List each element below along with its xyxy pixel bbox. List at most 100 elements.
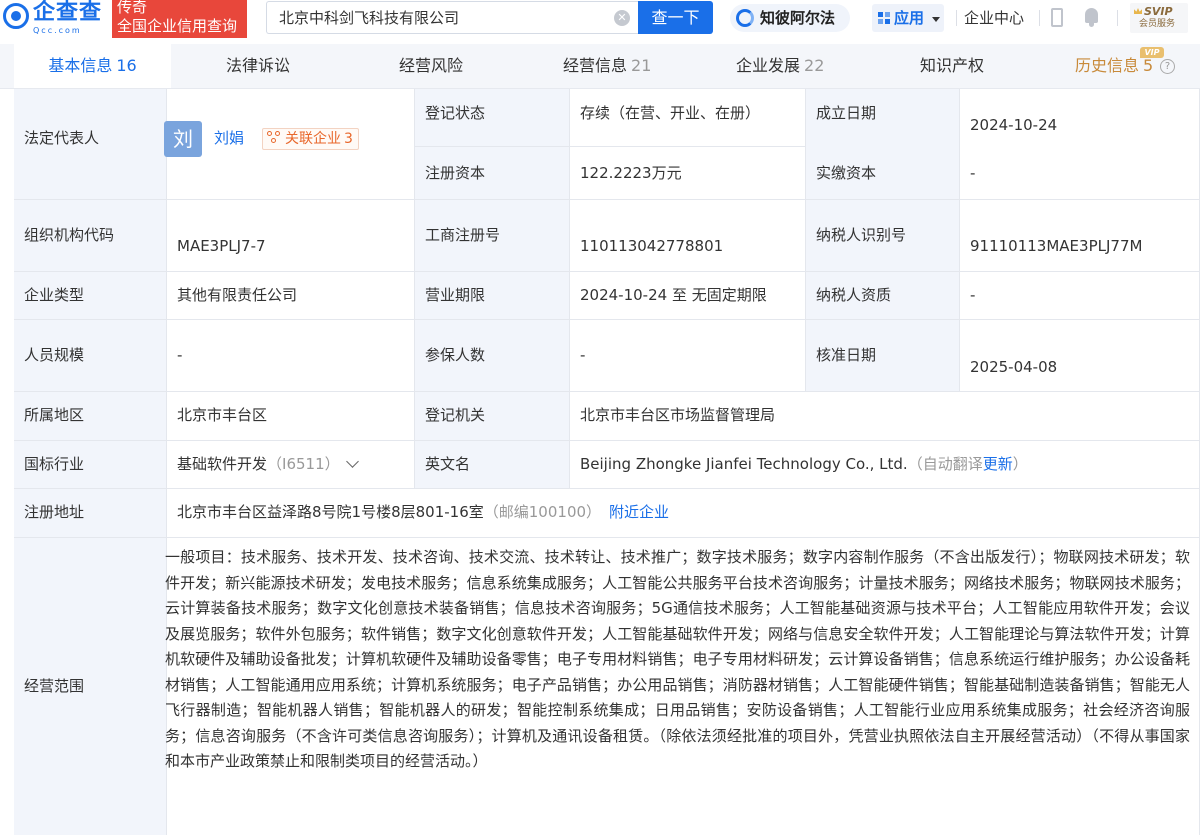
business-scope-text: 一般项目：技术服务、技术开发、技术咨询、技术交流、技术转让、技术推广；数字技术服…	[165, 548, 1190, 770]
address-label-cell: 注册地址	[14, 489, 167, 538]
tab-bar: 基本信息 16 法律诉讼 经营风险 经营信息 21 企业发展 22 知识产权 历史信息…	[0, 44, 1200, 89]
legal-rep-label: 法定代表人	[24, 129, 100, 147]
tab-business-risk[interactable]: 经营风险	[399, 44, 463, 88]
related-companies-button[interactable]: 关联企业 3	[262, 128, 359, 150]
search-button[interactable]: 查一下	[638, 1, 713, 34]
network-icon	[267, 131, 281, 144]
org-code-value: MAE3PLJ7-7	[177, 237, 266, 255]
scope-label: 经营范围	[24, 677, 85, 695]
staff-value: -	[177, 346, 183, 364]
tab-development[interactable]: 企业发展 22	[736, 44, 824, 88]
header-divider	[1039, 10, 1040, 26]
biz-term-value: 2024-10-24 至 无固定期限	[580, 286, 767, 304]
tax-id-label-cell: 纳税人识别号	[806, 200, 960, 272]
company-type-value-cell: 其他有限责任公司	[167, 272, 415, 320]
promo-tag-line2: 全国企业信用查询	[117, 17, 238, 35]
taxpayer-qual-value-cell: -	[960, 272, 1200, 320]
grid-icon	[878, 12, 891, 25]
header-divider	[956, 10, 957, 26]
biz-reg-no-value: 110113042778801	[580, 237, 724, 255]
update-translation-link[interactable]: 更新	[983, 455, 1013, 473]
search-input[interactable]	[279, 2, 609, 33]
svip-button[interactable]: SVIP 会员服务	[1130, 3, 1188, 33]
search-box: ✕	[266, 1, 638, 34]
vip-badge: VIP	[1140, 47, 1164, 58]
apps-menu-button[interactable]: 应用	[872, 4, 944, 32]
related-label: 关联企业	[285, 131, 341, 147]
paid-capital-value-cell: -	[960, 147, 1200, 200]
biz-reg-no-label-cell: 工商注册号	[415, 200, 570, 272]
insured-value: -	[580, 346, 586, 364]
authority-label: 登记机关	[425, 406, 486, 424]
biz-reg-no-value-cell: 110113042778801	[570, 200, 806, 272]
authority-value-cell: 北京市丰台区市场监督管理局	[570, 392, 1200, 441]
tab-basic-info[interactable]: 基本信息 16	[14, 44, 171, 88]
region-value-cell: 北京市丰台区	[167, 392, 415, 441]
reg-capital-value-cell: 122.2223万元	[570, 147, 806, 200]
industry-value-cell[interactable]: 基础软件开发（I6511）	[167, 441, 415, 489]
insured-value-cell: -	[570, 320, 806, 392]
est-date-label: 成立日期	[816, 104, 877, 122]
industry-value[interactable]: 基础软件开发（I6511）	[177, 453, 359, 475]
biz-term-label: 营业期限	[425, 286, 486, 304]
help-icon[interactable]: ?	[1160, 59, 1175, 74]
legal-rep-name-link[interactable]: 刘娟	[214, 127, 244, 149]
paid-capital-label: 实缴资本	[816, 164, 877, 182]
approval-date-value-cell: 2025-04-08	[960, 320, 1200, 392]
staff-value-cell: -	[167, 320, 415, 392]
enterprise-center-link[interactable]: 企业中心	[964, 8, 1024, 28]
caret-down-icon	[932, 17, 940, 22]
chevron-down-icon[interactable]	[345, 455, 359, 468]
top-header: 企查查 Qcc.com 传奇 全国企业信用查询 ✕ 查一下 知彼阿尔法 应用 企…	[0, 0, 1200, 38]
reg-status-value-cell: 存续（在营、开业、在册）	[570, 89, 806, 147]
taxpayer-qual-label-cell: 纳税人资质	[806, 272, 960, 320]
tax-id-value: 91110113MAE3PLJ77M	[970, 237, 1143, 255]
tax-id-label: 纳税人识别号	[816, 226, 907, 244]
qcc-logo[interactable]: 企查查 Qcc.com	[0, 0, 112, 38]
reg-capital-label-cell: 注册资本	[415, 147, 570, 200]
mobile-app-icon[interactable]	[1051, 8, 1063, 27]
nearby-companies-link[interactable]: 附近企业	[609, 503, 669, 521]
authority-value: 北京市丰台区市场监督管理局	[580, 406, 776, 424]
paid-capital-label-cell: 实缴资本	[806, 147, 960, 200]
tab-litigation[interactable]: 法律诉讼	[226, 44, 290, 88]
promo-tag[interactable]: 传奇 全国企业信用查询	[112, 0, 247, 38]
org-code-value-cell: MAE3PLJ7-7	[167, 200, 415, 272]
tab-business-info[interactable]: 经营信息 21	[563, 44, 651, 88]
company-type-label-cell: 企业类型	[14, 272, 167, 320]
org-code-label: 组织机构代码	[24, 226, 115, 244]
paid-capital-value: -	[970, 164, 976, 182]
scope-label-cell: 经营范围	[14, 538, 167, 835]
avatar[interactable]: 刘	[164, 121, 202, 157]
est-date-value: 2024-10-24	[970, 116, 1058, 134]
industry-label-cell: 国标行业	[14, 441, 167, 489]
qcc-logo-icon	[3, 3, 29, 29]
industry-label: 国标行业	[24, 455, 85, 473]
logo-text: 企查查	[33, 0, 103, 25]
reg-status-label-cell: 登记状态	[415, 89, 570, 147]
staff-label: 人员规模	[24, 346, 85, 364]
region-label-cell: 所属地区	[14, 392, 167, 441]
apps-label: 应用	[894, 9, 925, 27]
region-value: 北京市丰台区	[177, 406, 268, 424]
taxpayer-qual-label: 纳税人资质	[816, 286, 892, 304]
org-code-label-cell: 组织机构代码	[14, 200, 167, 272]
company-type-value: 其他有限责任公司	[177, 286, 298, 304]
related-count: 3	[344, 131, 353, 147]
crown-icon	[1134, 8, 1142, 14]
reg-status-label: 登记状态	[425, 104, 486, 122]
english-name-value-cell: Beijing Zhongke Jianfei Technology Co., …	[570, 441, 1200, 489]
clear-icon[interactable]: ✕	[614, 10, 630, 26]
tab-ip[interactable]: 知识产权	[920, 44, 984, 88]
region-label: 所属地区	[24, 406, 85, 424]
approval-date-label-cell: 核准日期	[806, 320, 960, 392]
address-value-cell: 北京市丰台区益泽路8号院1号楼8层801-16室（邮编100100） 附近企业	[167, 489, 1200, 538]
logo-subtext: Qcc.com	[33, 26, 82, 35]
taxpayer-qual-value: -	[970, 286, 976, 304]
insured-label: 参保人数	[425, 346, 486, 364]
bell-icon[interactable]	[1083, 8, 1100, 27]
english-name-value: Beijing Zhongke Jianfei Technology Co., …	[580, 455, 1028, 473]
promo-tag-line1: 传奇	[117, 0, 148, 16]
address-label: 注册地址	[24, 503, 85, 521]
zbaf-button[interactable]: 知彼阿尔法	[730, 4, 850, 32]
